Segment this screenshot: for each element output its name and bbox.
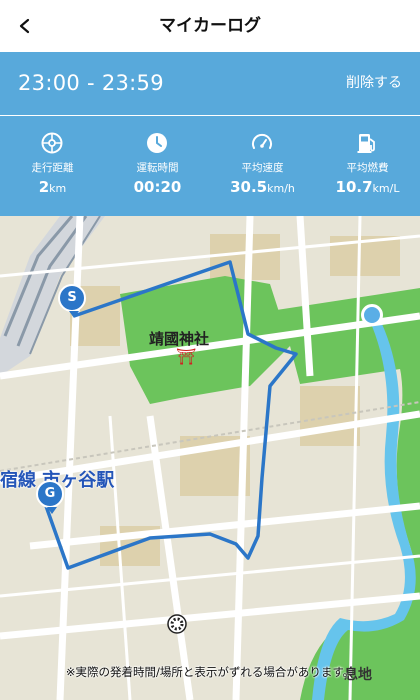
goal-marker[interactable]: G — [36, 480, 64, 514]
stat-drive-time: 運転時間 00:20 — [105, 116, 210, 216]
stat-avg-fuel: 平均燃費 10.7km/L — [315, 116, 420, 216]
trip-stats: 走行距離 2km 運転時間 00:20 平均速度 30.5km/h 平均燃費 1… — [0, 116, 420, 216]
navigation-bar: マイカーログ — [0, 0, 420, 52]
speedometer-icon — [252, 133, 272, 149]
page-title: マイカーログ — [159, 16, 261, 36]
stat-label: 走行距離 — [31, 162, 74, 174]
stat-value: 2km — [38, 178, 67, 196]
stat-label: 運転時間 — [136, 162, 179, 174]
stat-distance: 走行距離 2km — [0, 116, 105, 216]
disclaimer-note: ※実際の発着時間/場所と表示がずれる場合があります。 — [65, 665, 355, 679]
stat-value: 30.5km/h — [230, 178, 295, 196]
stat-value: 00:20 — [133, 178, 182, 196]
shrine-label: 靖國神社 — [149, 330, 210, 348]
current-location-dot — [361, 304, 383, 326]
stat-label: 平均燃費 — [346, 162, 389, 174]
start-marker[interactable]: S — [58, 284, 86, 318]
stat-value: 10.7km/L — [335, 178, 400, 196]
delete-button[interactable]: 削除する — [346, 52, 402, 115]
route-map[interactable]: 靖國神社 ⛩ 宿線 市ヶ谷駅 息地 S G ※実際の発着時間/場所と表示がずれる… — [0, 216, 420, 700]
torii-icon: ⛩ — [176, 347, 197, 366]
fuel-pump-icon — [357, 134, 375, 153]
subway-icon — [167, 614, 187, 634]
time-range: 23:00 - 23:59 — [18, 71, 164, 95]
log-time-bar: 23:00 - 23:59 削除する — [0, 52, 420, 115]
wheel-icon — [41, 132, 63, 154]
stat-label: 平均速度 — [241, 162, 284, 174]
stat-avg-speed: 平均速度 30.5km/h — [210, 116, 315, 216]
clock-icon — [147, 133, 167, 153]
